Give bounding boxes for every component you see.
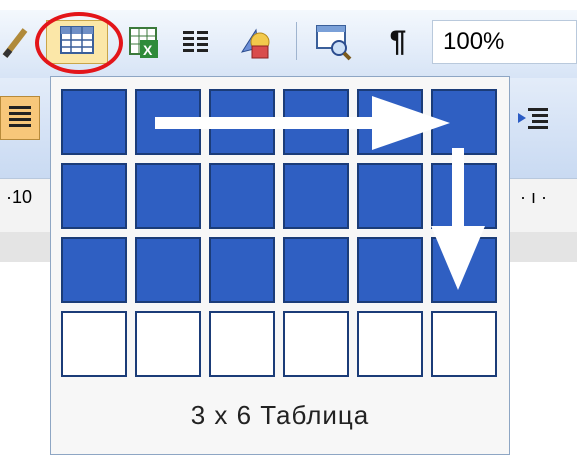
annotation-arrows (155, 96, 485, 290)
arrow-down (431, 148, 485, 290)
arrow-right (155, 96, 450, 150)
